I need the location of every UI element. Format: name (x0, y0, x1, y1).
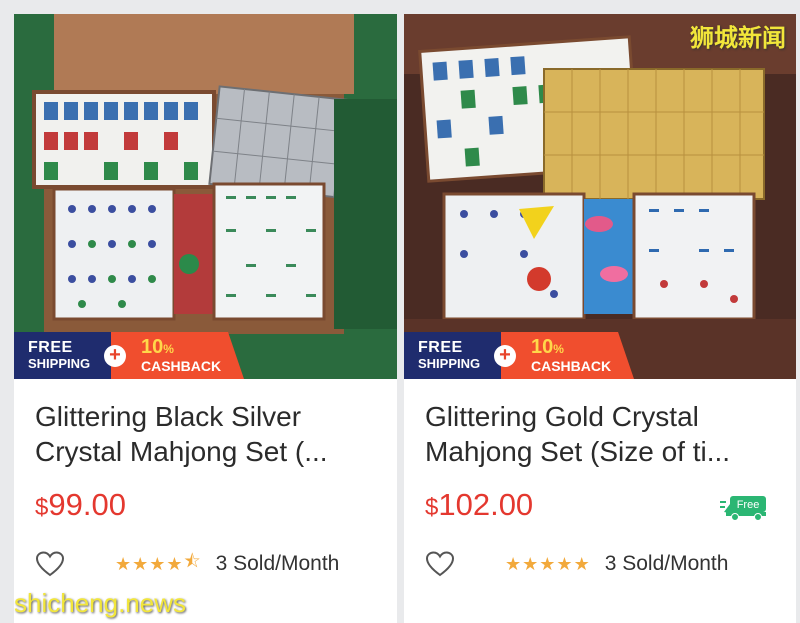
free-shipping-label: FREE SHIPPING (404, 332, 501, 379)
rating-stars: ★ ★ ★ ★ ★ (505, 554, 591, 575)
shipping-text: SHIPPING (28, 356, 91, 371)
product-meta: ★ ★ ★ ★ ⯪ 3 Sold/Month (35, 549, 387, 579)
promo-banner: FREE SHIPPING + 10% CASHBACK (14, 332, 244, 379)
star-icon: ★ (166, 553, 183, 574)
product-card-2[interactable]: FREE SHIPPING + 10% CASHBACK Glittering … (404, 14, 796, 623)
cashback-percent-value: 10 (141, 335, 164, 358)
shipping-text: SHIPPING (418, 356, 481, 371)
star-icon: ★ (149, 553, 166, 574)
free-badge-text: Free (737, 499, 760, 511)
product-title[interactable]: Glittering Gold Crystal Mahjong Set (Siz… (425, 399, 778, 469)
watermark-chinese: 狮城新闻 (690, 25, 786, 52)
product-title[interactable]: Glittering Black Silver Crystal Mahjong … (35, 399, 379, 469)
watermark-site: shicheng.news (14, 588, 186, 618)
product-title-line-1: Glittering Gold Crystal (425, 401, 699, 432)
heart-icon[interactable] (35, 550, 65, 578)
cashback-percent-sign: % (163, 341, 174, 356)
currency-symbol: $ (425, 494, 439, 521)
product-meta: ★ ★ ★ ★ ★ 3 Sold/Month (425, 549, 786, 579)
product-title-line-1: Glittering Black Silver (35, 401, 302, 432)
price-value: 99.00 (48, 487, 126, 522)
product-title-line-2: Crystal Mahjong Set (... (35, 436, 328, 467)
half-star-icon: ⯪ (183, 551, 201, 571)
currency-symbol: $ (35, 494, 49, 521)
free-text: FREE (28, 339, 73, 356)
cashback-label: 10% CASHBACK (501, 332, 634, 379)
star-icon: ★ (132, 553, 149, 574)
price-value: 102.00 (438, 487, 534, 522)
product-image[interactable] (14, 14, 397, 379)
star-icon: ★ (505, 553, 522, 574)
product-price: $102.00 (425, 487, 533, 523)
cashback-percent: 10% (531, 335, 634, 358)
plus-icon: + (104, 345, 126, 367)
star-icon: ★ (539, 553, 556, 574)
heart-icon[interactable] (425, 550, 455, 578)
sold-count: 3 Sold/Month (604, 552, 729, 575)
product-price: $99.00 (35, 487, 126, 523)
rating-stars: ★ ★ ★ ★ ⯪ (115, 549, 202, 579)
product-card-1[interactable]: FREE SHIPPING + 10% CASHBACK Glittering … (14, 14, 397, 623)
cashback-percent-sign: % (553, 341, 564, 356)
cashback-percent: 10% (141, 335, 244, 358)
product-title-line-2: Mahjong Set (Size of ti... (425, 436, 731, 467)
free-text: FREE (418, 339, 463, 356)
cashback-percent-value: 10 (531, 335, 554, 358)
cashback-text: CASHBACK (141, 357, 222, 374)
plus-icon: + (494, 345, 516, 367)
cashback-text: CASHBACK (531, 357, 612, 374)
cashback-label: 10% CASHBACK (111, 332, 244, 379)
star-icon: ★ (522, 553, 539, 574)
star-icon: ★ (556, 553, 573, 574)
free-delivery-truck-icon: Free (720, 496, 766, 521)
promo-banner: FREE SHIPPING + 10% CASHBACK (404, 332, 634, 379)
star-icon: ★ (115, 553, 132, 574)
free-shipping-label: FREE SHIPPING (14, 332, 111, 379)
sold-count: 3 Sold/Month (215, 552, 340, 575)
star-icon: ★ (573, 553, 590, 574)
product-image[interactable] (404, 14, 796, 379)
